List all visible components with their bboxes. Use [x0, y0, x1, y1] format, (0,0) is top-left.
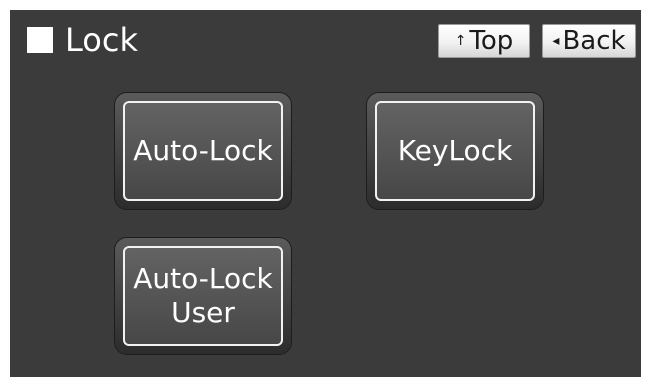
auto-lock-user-button-face: Auto-Lock User [123, 246, 283, 346]
square-icon [27, 27, 53, 53]
back-button[interactable]: ◂ Back [542, 24, 636, 58]
keylock-button-face: KeyLock [375, 101, 535, 201]
triangle-left-icon: ◂ [552, 33, 560, 49]
back-button-label: Back [562, 26, 626, 56]
auto-lock-user-label-line2: User [171, 296, 235, 329]
auto-lock-button-face: Auto-Lock [123, 101, 283, 201]
auto-lock-user-button[interactable]: Auto-Lock User [115, 238, 291, 354]
page-title-text: Lock [65, 21, 138, 59]
arrow-up-icon: ↑ [454, 33, 467, 49]
keylock-button-label: KeyLock [397, 134, 513, 167]
auto-lock-button-label: Auto-Lock [133, 134, 273, 167]
top-button-label: Top [469, 26, 514, 56]
keylock-button[interactable]: KeyLock [367, 93, 543, 209]
auto-lock-user-label-line1: Auto-Lock [133, 262, 273, 295]
page-title: Lock [27, 22, 138, 58]
auto-lock-button[interactable]: Auto-Lock [115, 93, 291, 209]
top-button[interactable]: ↑ Top [438, 24, 530, 58]
lock-screen: Lock ↑ Top ◂ Back Auto-Lock KeyLock Auto… [10, 10, 641, 377]
